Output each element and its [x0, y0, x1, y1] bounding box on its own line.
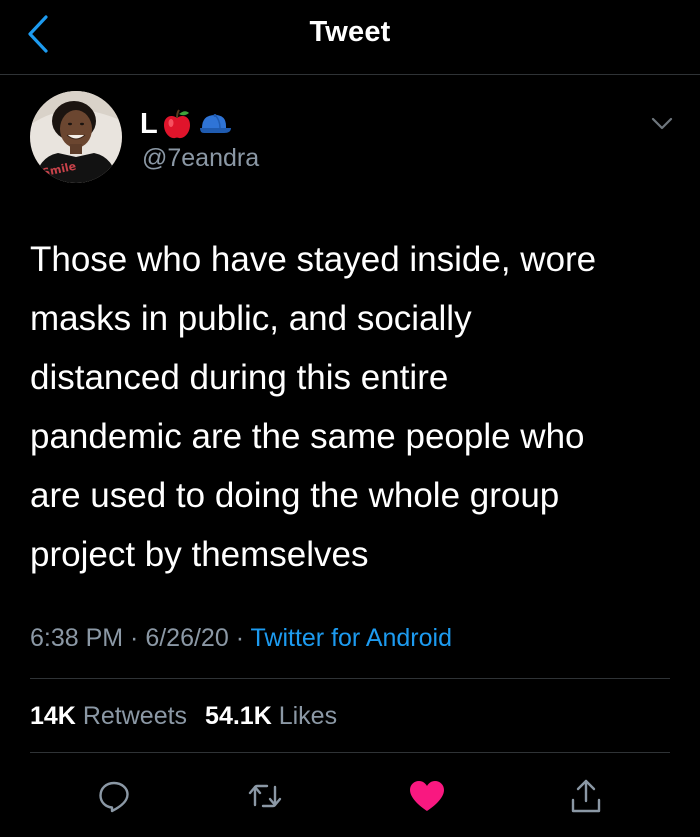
tweet-action-bar [0, 770, 700, 820]
meta-separator: · [123, 624, 146, 652]
reply-button[interactable] [92, 774, 136, 818]
meta-separator: · [228, 624, 251, 652]
author-display-name: L [140, 108, 158, 140]
divider [30, 678, 670, 679]
tweet-metadata: 6:38 PM · 6/26/20 · Twitter for Android [30, 620, 452, 656]
retweets-stat[interactable]: 14K Retweets [30, 702, 187, 730]
page-title: Tweet [309, 16, 391, 48]
blue-cap-emoji-icon [199, 114, 231, 133]
divider [30, 752, 670, 753]
reply-icon [99, 781, 129, 813]
retweet-icon [248, 784, 282, 808]
share-button[interactable] [564, 774, 608, 818]
author-avatar[interactable]: Smile [30, 91, 122, 183]
retweets-label: Retweets [82, 702, 188, 730]
retweets-count: 14K [30, 702, 76, 730]
likes-count: 54.1K [205, 702, 272, 730]
likes-label: Likes [278, 702, 338, 730]
tweet-detail-screen: Tweet Smile L @7eandra Those who have st… [0, 0, 700, 837]
red-apple-emoji-icon [163, 109, 190, 139]
tweet-text: Those who have stayed inside, wore masks… [30, 240, 597, 574]
heart-icon [410, 781, 444, 811]
tweet-date: 6/26/20 [145, 624, 229, 652]
tweet-time: 6:38 PM [30, 624, 124, 652]
author-handle[interactable]: @7eandra [142, 142, 259, 174]
like-button[interactable] [405, 774, 449, 818]
retweet-button[interactable] [243, 774, 287, 818]
tweet-stats: 14K Retweets 54.1K Likes [30, 698, 337, 734]
avatar-image: Smile [30, 91, 122, 183]
share-icon [571, 779, 601, 813]
likes-stat[interactable]: 54.1K Likes [205, 702, 337, 730]
tweet-source-link[interactable]: Twitter for Android [251, 624, 452, 652]
top-navigation-bar: Tweet [0, 0, 700, 75]
author-name-row[interactable]: L [140, 107, 232, 141]
chevron-down-icon [651, 117, 673, 130]
more-options-button[interactable] [648, 112, 676, 136]
